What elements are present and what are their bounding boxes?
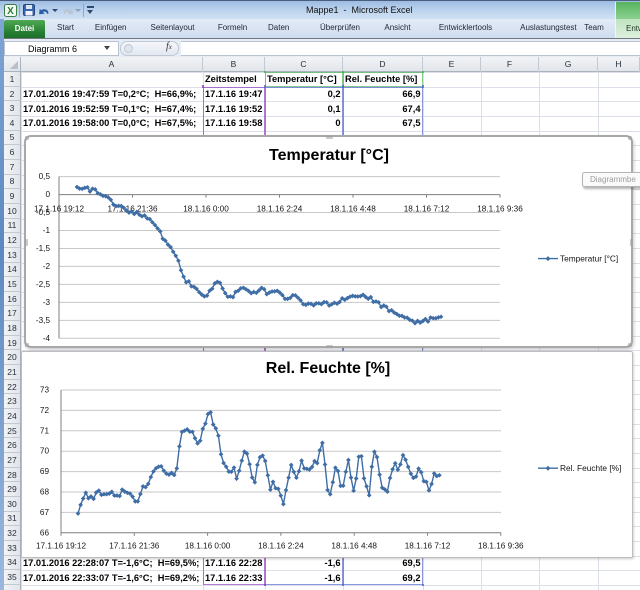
svg-text:69: 69 [40, 467, 50, 476]
svg-text:18.1.16 0:00: 18.1.16 0:00 [183, 205, 229, 214]
svg-text:-1: -1 [43, 226, 51, 235]
svg-text:-3,5: -3,5 [36, 316, 51, 325]
svg-text:18.1.16 9:36: 18.1.16 9:36 [477, 205, 523, 214]
svg-text:0,5: 0,5 [39, 172, 51, 181]
svg-text:-2: -2 [43, 262, 51, 271]
svg-text:70: 70 [40, 447, 50, 456]
svg-text:18.1.16 2:24: 18.1.16 2:24 [257, 205, 303, 214]
svg-text:18.1.16 7:12: 18.1.16 7:12 [405, 542, 451, 551]
svg-text:17.1.16 21:36: 17.1.16 21:36 [109, 542, 160, 551]
svg-text:18.1.16 7:12: 18.1.16 7:12 [404, 205, 450, 214]
svg-text:0: 0 [45, 190, 50, 199]
svg-text:72: 72 [40, 406, 50, 415]
svg-text:-3: -3 [43, 298, 51, 307]
svg-text:18.1.16 4:48: 18.1.16 4:48 [330, 205, 376, 214]
svg-text:67: 67 [40, 508, 50, 517]
svg-text:Rel. Feuchte [%]: Rel. Feuchte [%] [560, 463, 621, 473]
svg-text:-4: -4 [43, 334, 51, 343]
svg-text:-2,5: -2,5 [36, 280, 51, 289]
svg-text:71: 71 [40, 426, 50, 435]
svg-text:18.1.16 0:00: 18.1.16 0:00 [185, 542, 231, 551]
svg-text:68: 68 [40, 488, 50, 497]
svg-text:66: 66 [40, 528, 50, 537]
svg-text:Temperatur [°C]: Temperatur [°C] [560, 253, 618, 263]
svg-text:17.1.16 19:12: 17.1.16 19:12 [36, 542, 87, 551]
svg-text:18.1.16 4:48: 18.1.16 4:48 [331, 542, 377, 551]
svg-text:73: 73 [40, 386, 50, 395]
svg-text:18.1.16 2:24: 18.1.16 2:24 [258, 542, 304, 551]
svg-text:18.1.16 9:36: 18.1.16 9:36 [478, 542, 524, 551]
svg-text:-1,5: -1,5 [36, 244, 51, 253]
svg-text:X: X [7, 6, 14, 17]
svg-text:17.1.16 19:12: 17.1.16 19:12 [34, 205, 85, 214]
